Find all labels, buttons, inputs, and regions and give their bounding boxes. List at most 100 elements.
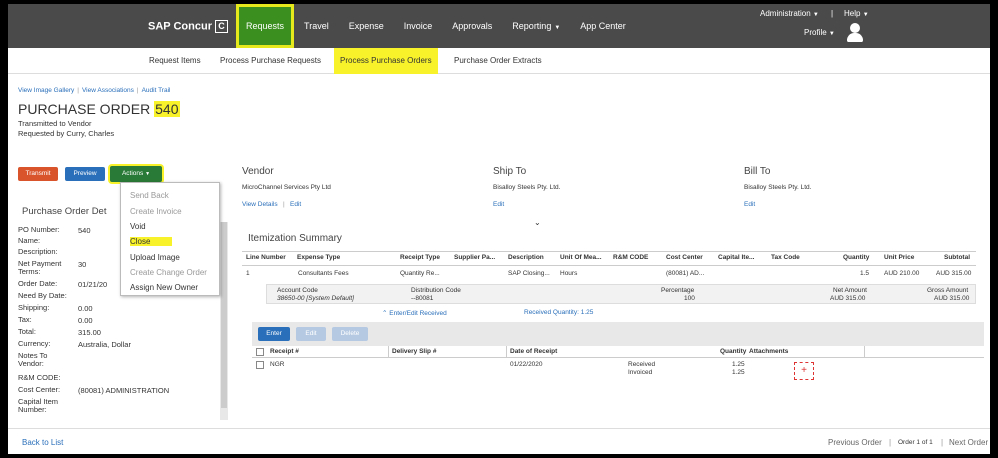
top-navbar: SAP Concur C Requests Travel Expense Invo…	[8, 4, 990, 48]
table-divider	[242, 251, 976, 252]
preview-button[interactable]: Preview	[65, 167, 105, 181]
delete-button: Delete	[332, 327, 368, 341]
menu-item-close[interactable]: Close	[130, 237, 173, 246]
col-receipt-type: Receipt Type	[400, 254, 440, 261]
brand-logo[interactable]: SAP Concur C	[148, 20, 228, 33]
receipts-toolbar: Enter Edit Delete	[252, 322, 984, 346]
details-heading: Purchase Order Det	[22, 206, 107, 217]
row-checkbox[interactable]	[256, 361, 264, 369]
app-frame: SAP Concur C Requests Travel Expense Invo…	[8, 4, 990, 454]
chevron-down-icon: ▼	[554, 25, 561, 31]
col-line-number: Line Number	[246, 254, 286, 261]
col-expense-type: Expense Type	[297, 254, 341, 261]
col-description: Description	[508, 254, 544, 261]
col-unit-of-measure: Unit Of Mea...	[560, 254, 602, 261]
main-nav: Requests Travel Expense Invoice Approval…	[236, 4, 636, 48]
menu-item-create-invoice: Create Invoice	[130, 207, 182, 216]
enter-button[interactable]: Enter	[258, 327, 290, 341]
previous-order-link: Previous Order	[828, 438, 882, 447]
bill-to-edit-link[interactable]: Edit	[744, 201, 755, 208]
nav-expense[interactable]: Expense	[339, 4, 394, 48]
menu-item-upload-image[interactable]: Upload Image	[130, 253, 180, 262]
subnav-process-purchase-requests[interactable]: Process Purchase Requests	[220, 48, 321, 74]
alloc-col-percentage: Percentage	[661, 287, 695, 294]
nav-app-center[interactable]: App Center	[570, 4, 636, 48]
collapse-chevron-icon[interactable]: ⌄	[534, 218, 541, 227]
po-status: Transmitted to Vendor	[18, 119, 92, 128]
vendor-edit-link[interactable]: Edit	[290, 201, 301, 208]
itemization-table: Line Number Expense Type Receipt Type Su…	[242, 251, 976, 284]
col-date-of-receipt: Date of Receipt	[510, 348, 558, 355]
subnav-process-purchase-orders[interactable]: Process Purchase Orders	[334, 48, 438, 74]
concur-logo-icon: C	[214, 20, 228, 33]
chevron-down-icon: ▼	[145, 171, 151, 177]
view-associations-link[interactable]: View Associations	[82, 87, 134, 94]
bill-to-heading: Bill To	[744, 166, 771, 177]
itemization-heading: Itemization Summary	[248, 233, 342, 244]
col-receipt-number: Receipt #	[270, 348, 299, 355]
add-attachment-icon[interactable]: +	[794, 362, 814, 380]
nav-reporting[interactable]: Reporting ▼	[502, 4, 570, 48]
chevron-up-icon: ⌃	[382, 310, 388, 317]
edit-button: Edit	[296, 327, 326, 341]
order-position: Order 1 of 1	[898, 439, 933, 446]
view-image-gallery-link[interactable]: View Image Gallery	[18, 87, 74, 94]
brand-name: SAP Concur	[148, 20, 212, 33]
sub-nav: Request Items Process Purchase Requests …	[8, 48, 990, 74]
enter-edit-received-link[interactable]: ⌃ Enter/Edit Received	[382, 309, 447, 317]
actions-button[interactable]: Actions ▼	[110, 166, 162, 182]
received-quantity: Received Quantity: 1.25	[524, 309, 594, 316]
subnav-purchase-order-extracts[interactable]: Purchase Order Extracts	[454, 48, 542, 74]
col-quantity: Quantity	[843, 254, 870, 261]
audit-trail-link[interactable]: Audit Trail	[142, 87, 171, 94]
scrollbar-thumb[interactable]	[221, 222, 227, 408]
col-attachments: Attachments	[749, 348, 789, 355]
bill-to-name: Bisalloy Steels Pty. Ltd.	[744, 184, 812, 191]
col-delivery-slip: Delivery Slip #	[392, 348, 437, 355]
actions-dropdown-menu: Send Back Create Invoice Void Close Uplo…	[120, 182, 220, 296]
col-unit-price: Unit Price	[884, 254, 915, 261]
select-all-checkbox[interactable]	[256, 348, 264, 356]
vendor-name: MicroChannel Services Pty Ltd	[242, 184, 331, 191]
alloc-distribution-code: --80081	[411, 295, 434, 302]
alloc-col-account-code: Account Code	[277, 287, 318, 294]
footer-bar: Back to List Previous Order | Order 1 of…	[8, 428, 990, 454]
column-divider	[388, 346, 389, 357]
col-quantity: Quantity	[720, 348, 747, 355]
column-divider	[506, 346, 507, 357]
header-links: View Image Gallery | View Associations | Aud…	[18, 87, 171, 94]
subnav-request-items[interactable]: Request Items	[149, 48, 201, 74]
chevron-down-icon: ▼	[812, 12, 819, 18]
details-scrollbar[interactable]	[220, 222, 228, 420]
menu-item-void[interactable]: Void	[130, 222, 146, 231]
nav-travel[interactable]: Travel	[294, 4, 339, 48]
footer-divider: |	[941, 438, 944, 447]
profile-menu[interactable]: Profile ▼	[804, 28, 835, 37]
next-order-link: Next Order	[949, 438, 989, 447]
transmit-button[interactable]: Transmit	[18, 167, 58, 181]
col-tax-code: Tax Code	[771, 254, 800, 261]
col-subtotal: Subtotal	[944, 254, 970, 261]
nav-invoice[interactable]: Invoice	[394, 4, 443, 48]
administration-menu[interactable]: Administration ▼	[760, 9, 819, 18]
table-divider	[252, 357, 984, 358]
requested-by: Requested by Curry, Charles	[18, 129, 115, 138]
col-rm-code: R&M CODE	[613, 254, 649, 261]
vendor-view-details-link[interactable]: View Details	[242, 201, 278, 208]
ship-to-edit-link[interactable]: Edit	[493, 201, 504, 208]
back-to-list-link[interactable]: Back to List	[22, 438, 63, 447]
col-capital-item: Capital Ite...	[718, 254, 755, 261]
alloc-col-net-amount: Net Amount	[833, 287, 867, 294]
footer-divider: |	[889, 438, 892, 447]
menu-item-assign-new-owner[interactable]: Assign New Owner	[130, 283, 198, 292]
link-divider: |	[283, 201, 285, 208]
column-divider	[864, 346, 865, 357]
page-title: PURCHASE ORDER 540	[18, 101, 180, 117]
nav-approvals[interactable]: Approvals	[442, 4, 502, 48]
alloc-account-code: 38650-00 [System Default]	[277, 295, 354, 302]
nav-requests[interactable]: Requests	[236, 4, 295, 48]
help-menu[interactable]: Help ▼	[844, 9, 869, 18]
user-avatar-icon[interactable]	[846, 23, 864, 43]
po-number: 540	[154, 101, 180, 117]
table-divider	[242, 265, 976, 266]
